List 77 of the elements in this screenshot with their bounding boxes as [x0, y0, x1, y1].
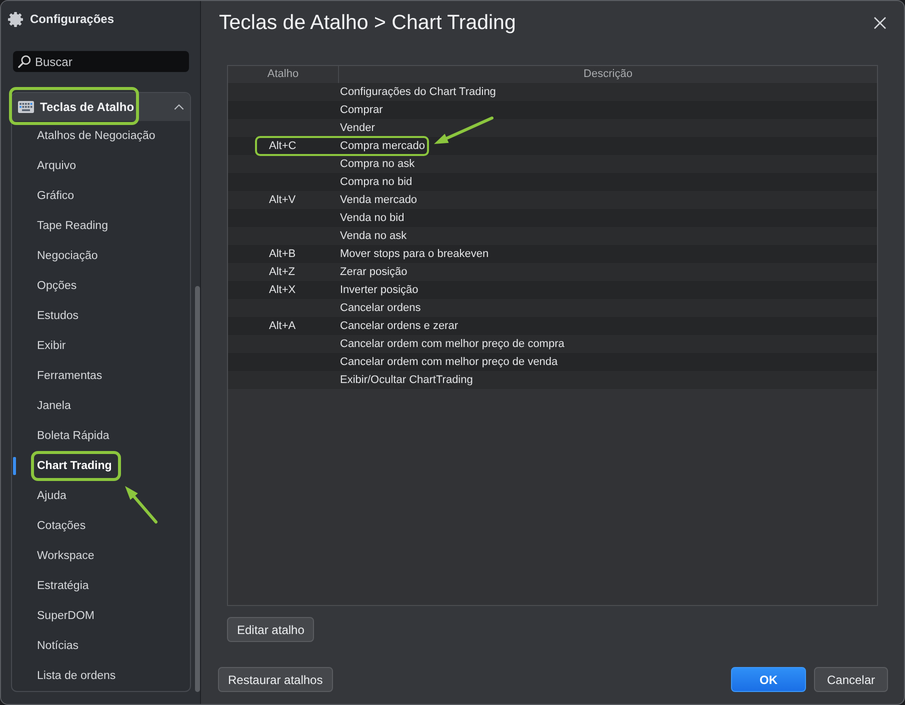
sidebar-item[interactable]: Arquivo	[12, 151, 190, 181]
table-row[interactable]: Vender	[228, 119, 877, 137]
sidebar-item[interactable]: Estudos	[12, 301, 190, 331]
description-cell-text: Compra no ask	[340, 157, 415, 172]
shortcut-cell-text: Alt+C	[268, 139, 298, 154]
table-row[interactable]: Configurações do Chart Trading	[228, 83, 877, 101]
sidebar-item[interactable]: Ferramentas	[12, 361, 190, 391]
table-row[interactable]: Cancelar ordem com melhor preço de compra	[228, 335, 877, 353]
table-row[interactable]: Alt+C Compra mercado	[228, 137, 877, 155]
description-cell-text: Venda mercado	[340, 193, 418, 208]
shortcut-cell-text: Alt+X	[268, 283, 297, 298]
sidebar-item[interactable]: Negociação	[12, 241, 190, 271]
shortcut-cell-text: Alt+Z	[268, 265, 296, 280]
description-cell-text: Exibir/Ocultar ChartTrading	[340, 373, 473, 388]
sidebar-item[interactable]: Workspace	[12, 541, 190, 571]
search-field[interactable]: Buscar	[13, 51, 189, 72]
cancel-button[interactable]: Cancelar	[814, 667, 888, 692]
sidebar-item[interactable]: Ajuda	[12, 481, 190, 511]
keyboard-icon	[18, 101, 34, 113]
description-cell-text: Inverter posição	[340, 283, 418, 298]
sidebar-item[interactable]: Boleta Rápida	[12, 421, 190, 451]
table-row[interactable]: Compra no ask	[228, 155, 877, 173]
table-row[interactable]: Venda no bid	[228, 209, 877, 227]
table-row[interactable]: Cancelar ordens	[228, 299, 877, 317]
callout-arrow	[123, 484, 159, 524]
description-cell-text: Venda no bid	[340, 211, 404, 226]
search-icon	[18, 55, 31, 68]
sidebar-item[interactable]: Lista de ordens	[12, 661, 190, 691]
close-button[interactable]	[874, 17, 886, 29]
ok-button[interactable]: OK	[731, 667, 806, 692]
shortcut-cell-text: Alt+B	[268, 247, 297, 262]
sidebar-item[interactable]: Chart Trading	[12, 451, 190, 481]
description-cell-text: Configurações do Chart Trading	[340, 85, 496, 100]
scrollbar-thumb[interactable]	[195, 286, 200, 692]
description-cell-text: Cancelar ordem com melhor preço de compra	[340, 337, 564, 352]
table-row[interactable]: Comprar	[228, 101, 877, 119]
sidebar-item[interactable]: Tape Reading	[12, 211, 190, 241]
table-row[interactable]: Alt+V Venda mercado	[228, 191, 877, 209]
selection-indicator	[13, 457, 16, 475]
shortcut-cell-text: Alt+V	[268, 193, 297, 208]
table-row[interactable]: Alt+Z Zerar posição	[228, 263, 877, 281]
description-cell-text: Compra no bid	[340, 175, 412, 190]
description-cell-text: Cancelar ordens	[340, 301, 421, 316]
description-cell-text: Mover stops para o breakeven	[340, 247, 489, 262]
table-row[interactable]: Exibir/Ocultar ChartTrading	[228, 371, 877, 389]
page-title: Teclas de Atalho > Chart Trading	[219, 11, 516, 35]
table-row[interactable]: Venda no ask	[228, 227, 877, 245]
sidebar-item[interactable]: Estratégia	[12, 571, 190, 601]
edit-shortcut-button[interactable]: Editar atalho	[227, 617, 314, 642]
sidebar-item[interactable]: Opções	[12, 271, 190, 301]
shortcut-cell-text: Alt+A	[268, 319, 297, 334]
description-cell-text: Zerar posição	[340, 265, 408, 280]
restore-button[interactable]: Restaurar atalhos	[218, 667, 333, 692]
sidebar-item[interactable]: Atalhos de Negociação	[12, 121, 190, 151]
callout-arrow	[432, 116, 494, 146]
sidebar-item[interactable]: Notícias	[12, 631, 190, 661]
column-header: Atalho	[266, 67, 300, 82]
description-cell-text: Cancelar ordens e zerar	[340, 319, 458, 334]
table-row[interactable]: Alt+A Cancelar ordens e zerar	[228, 317, 877, 335]
table-row[interactable]: Cancelar ordem com melhor preço de venda	[228, 353, 877, 371]
close-icon	[874, 17, 886, 29]
description-cell-text: Comprar	[340, 103, 383, 118]
sidebar-item[interactable]: Janela	[12, 391, 190, 421]
description-cell-text: Venda no ask	[340, 229, 407, 244]
sidebar-title: Configurações	[30, 12, 114, 26]
table-row[interactable]: Alt+B Mover stops para o breakeven	[228, 245, 877, 263]
sidebar-item[interactable]: SuperDOM	[12, 601, 190, 631]
description-cell-text: Vender	[340, 121, 375, 136]
sidebar-item[interactable]: Cotações	[12, 511, 190, 541]
description-cell-text: Cancelar ordem com melhor preço de venda	[340, 355, 558, 370]
category-header[interactable]: Teclas de Atalho	[12, 93, 190, 121]
sidebar-item[interactable]: Exibir	[12, 331, 190, 361]
settings-icon	[8, 12, 23, 26]
description-cell-text: Compra mercado	[340, 139, 425, 154]
sidebar-item[interactable]: Gráfico	[12, 181, 190, 211]
table-row[interactable]: Compra no bid	[228, 173, 877, 191]
table-row[interactable]: Alt+X Inverter posição	[228, 281, 877, 299]
